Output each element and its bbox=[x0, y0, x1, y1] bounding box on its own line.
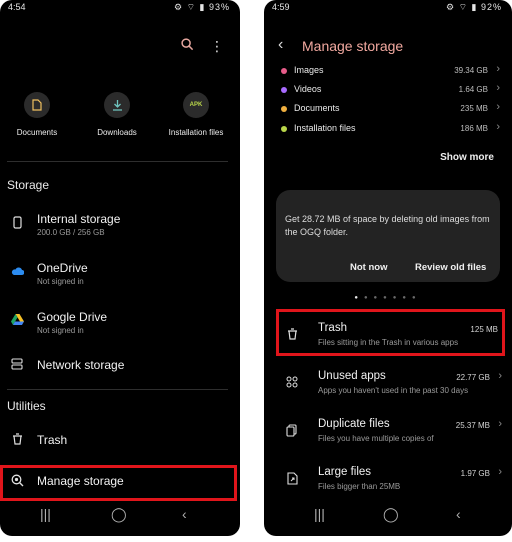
download-icon bbox=[104, 92, 130, 118]
battery-level: 92% bbox=[480, 2, 502, 12]
trash-row[interactable]: Trash bbox=[0, 425, 240, 465]
category-color-dot bbox=[281, 106, 287, 112]
onedrive-row[interactable]: OneDrive Not signed in bbox=[0, 257, 240, 297]
chevron-right-icon: › bbox=[498, 370, 502, 382]
quick-downloads[interactable]: Downloads bbox=[82, 92, 152, 137]
large-files-description: Files bigger than 25MB bbox=[318, 482, 401, 491]
server-icon bbox=[10, 358, 24, 373]
onedrive-status: Not signed in bbox=[37, 277, 84, 286]
status-time: 4:54 bbox=[8, 2, 26, 12]
onedrive-cloud-icon bbox=[10, 265, 24, 279]
divider bbox=[7, 161, 228, 162]
internal-storage-row[interactable]: Internal storage 200.0 GB / 256 GB bbox=[0, 208, 240, 248]
back-icon[interactable]: ‹ bbox=[182, 506, 187, 522]
not-now-button[interactable]: Not now bbox=[350, 262, 387, 273]
quick-documents-label: Documents bbox=[16, 128, 58, 137]
utilities-section-title: Utilities bbox=[7, 399, 46, 413]
duplicate-files-item[interactable]: Duplicate files Files you have multiple … bbox=[264, 414, 512, 458]
recents-icon[interactable]: ||| bbox=[40, 506, 51, 522]
category-row[interactable]: Documents 235 MB › bbox=[264, 101, 512, 119]
quick-installation-files[interactable]: APK Installation files bbox=[161, 92, 231, 137]
unused-apps-item[interactable]: Unused apps Apps you haven't used in the… bbox=[264, 366, 512, 410]
show-more-button[interactable]: Show more bbox=[440, 152, 494, 163]
right-phone-screen: 4:59 ⚙ ⌔ ▮ 92% ‹ Manage storage Images 3… bbox=[264, 0, 512, 536]
category-name: Images bbox=[294, 65, 324, 75]
chevron-right-icon: › bbox=[496, 121, 500, 133]
category-size: 235 MB bbox=[460, 104, 488, 113]
status-bar: 4:59 ⚙ ⌔ ▮ 92% bbox=[264, 0, 512, 14]
back-icon[interactable]: ‹ bbox=[456, 506, 461, 522]
phone-icon bbox=[10, 216, 24, 232]
category-color-dot bbox=[281, 68, 287, 74]
status-icons: ⚙ ⌔ ▮ 92% bbox=[446, 2, 502, 12]
google-drive-label: Google Drive bbox=[37, 310, 108, 324]
document-icon bbox=[24, 92, 50, 118]
status-time: 4:59 bbox=[272, 2, 290, 12]
chevron-right-icon: › bbox=[496, 63, 500, 75]
top-actions: ⋮ bbox=[169, 38, 224, 55]
home-icon[interactable]: ◯ bbox=[111, 506, 127, 523]
network-storage-row[interactable]: Network storage bbox=[0, 350, 240, 390]
unused-apps-size: 22.77 GB bbox=[456, 373, 490, 382]
highlight-box bbox=[276, 309, 505, 356]
more-options-icon[interactable]: ⋮ bbox=[210, 38, 224, 54]
onedrive-label: OneDrive bbox=[37, 261, 88, 275]
category-size: 1.64 GB bbox=[458, 85, 488, 94]
unused-apps-description: Apps you haven't used in the past 30 day… bbox=[318, 386, 469, 395]
category-row[interactable]: Images 39.34 GB › bbox=[264, 63, 512, 81]
internal-storage-label: Internal storage bbox=[37, 212, 121, 226]
trash-label: Trash bbox=[37, 433, 68, 447]
divider bbox=[7, 389, 228, 390]
recents-icon[interactable]: ||| bbox=[314, 506, 325, 522]
search-icon[interactable] bbox=[181, 38, 198, 54]
category-name: Installation files bbox=[294, 123, 356, 133]
google-drive-row[interactable]: Google Drive Not signed in bbox=[0, 306, 240, 346]
category-size: 186 MB bbox=[460, 124, 488, 133]
quick-documents[interactable]: Documents bbox=[2, 92, 72, 137]
status-icons: ⚙ ⌔ ▮ 93% bbox=[174, 2, 230, 12]
google-drive-icon bbox=[10, 314, 24, 328]
home-icon[interactable]: ◯ bbox=[383, 506, 399, 523]
large-files-title: Large files bbox=[318, 466, 372, 478]
chevron-right-icon: › bbox=[498, 466, 502, 478]
chevron-right-icon: › bbox=[498, 418, 502, 430]
quick-installation-files-label: Installation files bbox=[168, 128, 224, 137]
back-arrow-icon[interactable]: ‹ bbox=[278, 36, 283, 54]
navigation-bar: ||| ◯ ‹ bbox=[264, 496, 512, 536]
apk-icon: APK bbox=[183, 92, 209, 118]
chevron-right-icon: › bbox=[496, 82, 500, 94]
apps-grid-icon bbox=[284, 376, 300, 391]
chevron-right-icon: › bbox=[496, 101, 500, 113]
google-drive-status: Not signed in bbox=[37, 326, 84, 335]
duplicate-files-title: Duplicate files bbox=[318, 418, 390, 430]
status-bar: 4:54 ⚙ ⌔ ▮ 93% bbox=[0, 0, 240, 14]
quick-downloads-label: Downloads bbox=[97, 128, 137, 137]
category-name: Videos bbox=[294, 84, 322, 94]
internal-storage-usage: 200.0 GB / 256 GB bbox=[37, 228, 105, 237]
navigation-bar: ||| ◯ ‹ bbox=[0, 496, 240, 536]
large-file-icon bbox=[284, 472, 300, 488]
duplicate-files-icon bbox=[284, 424, 300, 440]
storage-section-title: Storage bbox=[7, 178, 50, 192]
trash-icon bbox=[10, 433, 24, 448]
duplicate-files-description: Files you have multiple copies of bbox=[318, 434, 434, 443]
suggestion-card: Get 28.72 MB of space by deleting old im… bbox=[276, 190, 500, 282]
suggestion-message: Get 28.72 MB of space by deleting old im… bbox=[285, 214, 490, 237]
category-name: Documents bbox=[294, 103, 340, 113]
category-size: 39.34 GB bbox=[454, 66, 488, 75]
category-color-dot bbox=[281, 87, 287, 93]
duplicate-files-size: 25.37 MB bbox=[455, 421, 490, 430]
page-title: Manage storage bbox=[302, 38, 404, 54]
category-row[interactable]: Videos 1.64 GB › bbox=[264, 82, 512, 100]
large-files-size: 1.97 GB bbox=[460, 469, 490, 478]
category-row[interactable]: Installation files 186 MB › bbox=[264, 121, 512, 139]
left-phone-screen: 4:54 ⚙ ⌔ ▮ 93% ⋮ Documents Downloads APK… bbox=[0, 0, 240, 536]
category-color-dot bbox=[281, 126, 287, 132]
network-storage-label: Network storage bbox=[37, 358, 125, 372]
page-indicator: ●●●●●●● bbox=[354, 295, 422, 301]
battery-level: 93% bbox=[208, 2, 230, 12]
review-old-files-button[interactable]: Review old files bbox=[415, 262, 486, 273]
unused-apps-title: Unused apps bbox=[318, 370, 386, 382]
